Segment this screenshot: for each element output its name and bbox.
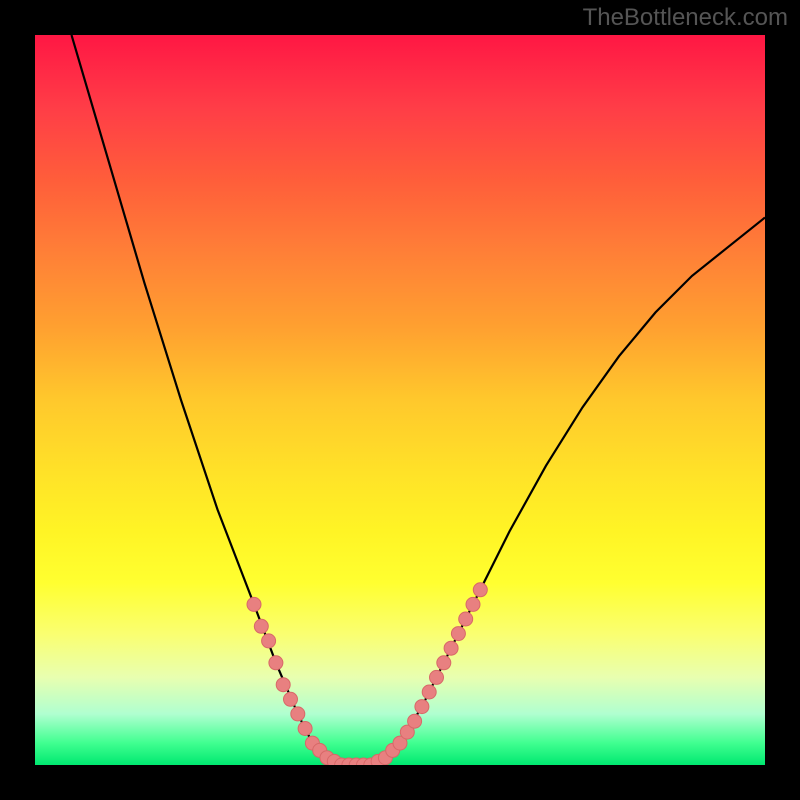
data-marker [473, 583, 487, 597]
bottleneck-curve [72, 35, 766, 765]
data-marker [291, 707, 305, 721]
data-marker [437, 656, 451, 670]
watermark-text: TheBottleneck.com [583, 4, 788, 32]
data-marker [269, 656, 283, 670]
data-markers [247, 583, 487, 765]
data-marker [415, 700, 429, 714]
data-marker [422, 685, 436, 699]
data-marker [408, 714, 422, 728]
data-marker [430, 670, 444, 684]
data-marker [254, 619, 268, 633]
data-marker [459, 612, 473, 626]
data-marker [247, 597, 261, 611]
data-marker [284, 692, 298, 706]
data-marker [298, 722, 312, 736]
chart-overlay [35, 35, 765, 765]
data-marker [444, 641, 458, 655]
data-marker [262, 634, 276, 648]
data-marker [466, 597, 480, 611]
data-marker [276, 678, 290, 692]
data-marker [451, 627, 465, 641]
